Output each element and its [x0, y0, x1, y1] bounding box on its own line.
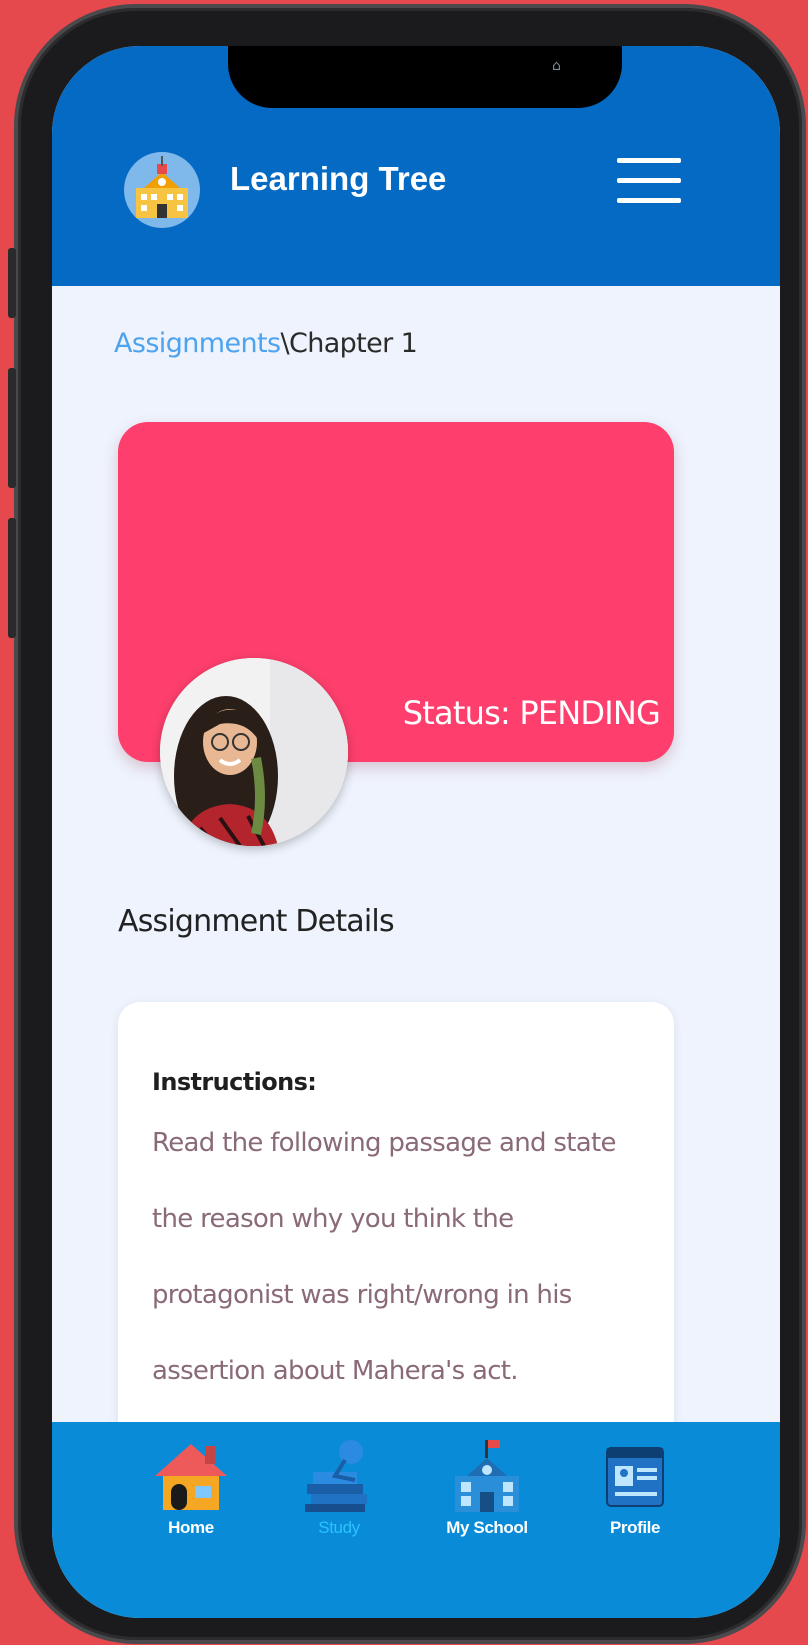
- instructions-line: the reason why you think the: [152, 1204, 514, 1234]
- nav-profile[interactable]: Profile: [580, 1436, 690, 1538]
- school-icon: [455, 1440, 519, 1512]
- school-logo-icon: [124, 152, 200, 228]
- section-title: Assignment Details: [118, 904, 395, 939]
- breadcrumb: Assignments\Chapter 1: [114, 328, 418, 359]
- camera-notch: [228, 46, 622, 108]
- bottom-nav: Home Study My School Profile: [52, 1422, 780, 1618]
- instructions-line: Read the following passage and state: [152, 1128, 616, 1158]
- nav-study-label: Study: [318, 1518, 360, 1537]
- side-button: [8, 518, 16, 638]
- app-title: Learning Tree: [230, 160, 447, 197]
- home-icon: [155, 1444, 227, 1510]
- teacher-avatar: [160, 658, 348, 846]
- instructions-line: assertion about Mahera's act.: [152, 1356, 519, 1386]
- nav-study[interactable]: Study: [284, 1436, 394, 1538]
- instructions-line: protagonist was right/wrong in his: [152, 1280, 572, 1310]
- status-text: Status: PENDING: [402, 694, 661, 732]
- breadcrumb-current: Chapter 1: [288, 328, 418, 359]
- instructions-label: Instructions:: [152, 1068, 317, 1096]
- sensor-icon: ⌂: [552, 58, 561, 74]
- side-button: [8, 248, 16, 318]
- nav-profile-label: Profile: [609, 1518, 661, 1537]
- nav-home-label: Home: [168, 1518, 214, 1537]
- nav-my-school-label: My School: [446, 1518, 528, 1537]
- breadcrumb-separator: \: [280, 328, 289, 359]
- nav-home[interactable]: Home: [136, 1436, 246, 1538]
- menu-icon[interactable]: [617, 158, 681, 204]
- profile-icon: [606, 1447, 664, 1507]
- screen: Learning Tree ⌂ Assignments\Chapter 1 St…: [52, 46, 780, 1618]
- side-button: [8, 368, 16, 488]
- breadcrumb-assignments-link[interactable]: Assignments: [114, 328, 281, 359]
- study-icon: [305, 1440, 367, 1512]
- nav-my-school[interactable]: My School: [432, 1436, 542, 1538]
